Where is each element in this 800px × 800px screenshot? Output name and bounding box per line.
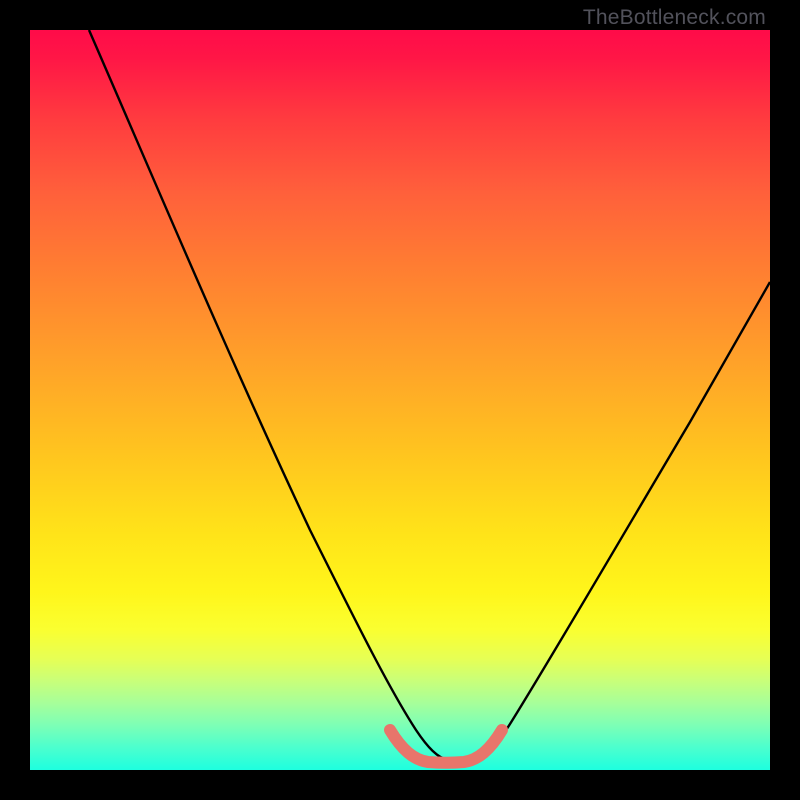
chart-svg <box>30 30 770 770</box>
main-curve <box>89 30 770 760</box>
plot-area <box>30 30 770 770</box>
highlight-band <box>390 730 502 763</box>
watermark-text: TheBottleneck.com <box>583 6 766 30</box>
chart-frame: TheBottleneck.com <box>0 0 800 800</box>
